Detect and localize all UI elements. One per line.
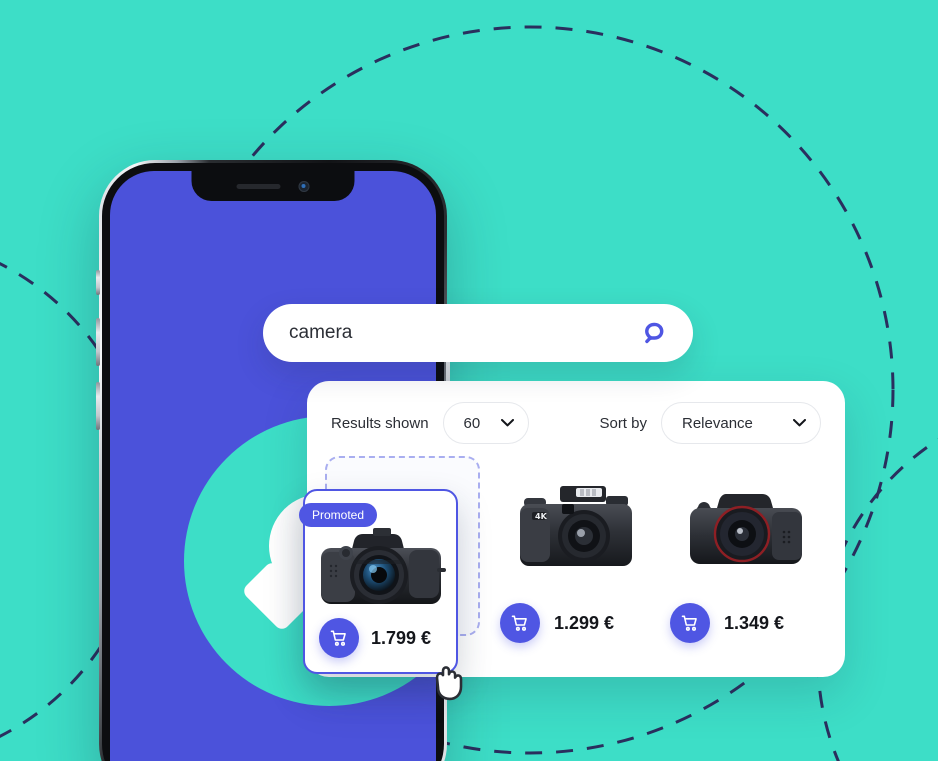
search-bar[interactable] bbox=[263, 304, 693, 362]
sort-by-select[interactable]: Relevance bbox=[661, 402, 821, 444]
results-controls-row: Results shown 60 Sort by Relevance bbox=[307, 381, 845, 465]
add-to-cart-button[interactable] bbox=[500, 603, 540, 643]
promo-illustration-canvas: Results shown 60 Sort by Relevance bbox=[0, 0, 938, 761]
promoted-footer: 1.799 € bbox=[319, 618, 444, 658]
search-magnifier-icon bbox=[645, 322, 664, 344]
search-input[interactable] bbox=[289, 322, 637, 344]
results-shown-control: Results shown 60 bbox=[331, 402, 529, 444]
svg-text:4K: 4K bbox=[535, 512, 548, 521]
phone-notch bbox=[191, 171, 355, 201]
promoted-product-card[interactable]: Promoted 1.799 € bbox=[299, 489, 458, 674]
product-footer: 1.299 € bbox=[500, 603, 652, 643]
sort-by-value: Relevance bbox=[682, 414, 753, 432]
product-card[interactable]: 4K 1.299 € bbox=[500, 471, 652, 643]
front-camera-icon bbox=[298, 180, 310, 192]
product-price: 1.349 € bbox=[724, 612, 785, 633]
volume-up-button[interactable] bbox=[96, 318, 100, 366]
promoted-badge: Promoted bbox=[299, 503, 378, 527]
compact-4k-camera-image: 4K bbox=[500, 471, 652, 589]
chevron-down-icon bbox=[500, 419, 514, 427]
chevron-down-icon bbox=[793, 419, 806, 427]
shopping-cart-icon bbox=[511, 615, 527, 631]
promoted-price: 1.799 € bbox=[371, 627, 432, 648]
bridge-camera-red-ring-image bbox=[670, 471, 822, 589]
sort-by-label: Sort by bbox=[599, 414, 647, 432]
add-to-cart-button[interactable] bbox=[670, 603, 710, 643]
product-footer: 1.349 € bbox=[670, 603, 822, 643]
results-shown-select[interactable]: 60 bbox=[442, 402, 529, 444]
speaker-grille-icon bbox=[236, 183, 281, 189]
sort-by-control: Sort by Relevance bbox=[599, 402, 821, 444]
shopping-cart-icon bbox=[330, 630, 346, 646]
mute-switch[interactable] bbox=[96, 270, 100, 295]
dslr-camera-with-zoom-lens-image bbox=[305, 517, 456, 627]
shopping-cart-icon bbox=[681, 615, 697, 631]
product-price: 1.299 € bbox=[554, 612, 615, 633]
volume-down-button[interactable] bbox=[96, 382, 100, 430]
add-to-cart-button[interactable] bbox=[319, 618, 359, 658]
results-shown-label: Results shown bbox=[331, 414, 429, 432]
grabbing-hand-cursor-icon bbox=[435, 666, 463, 701]
results-shown-value: 60 bbox=[463, 414, 481, 432]
product-card[interactable]: 1.349 € bbox=[670, 471, 822, 643]
search-submit-button[interactable] bbox=[637, 316, 671, 350]
